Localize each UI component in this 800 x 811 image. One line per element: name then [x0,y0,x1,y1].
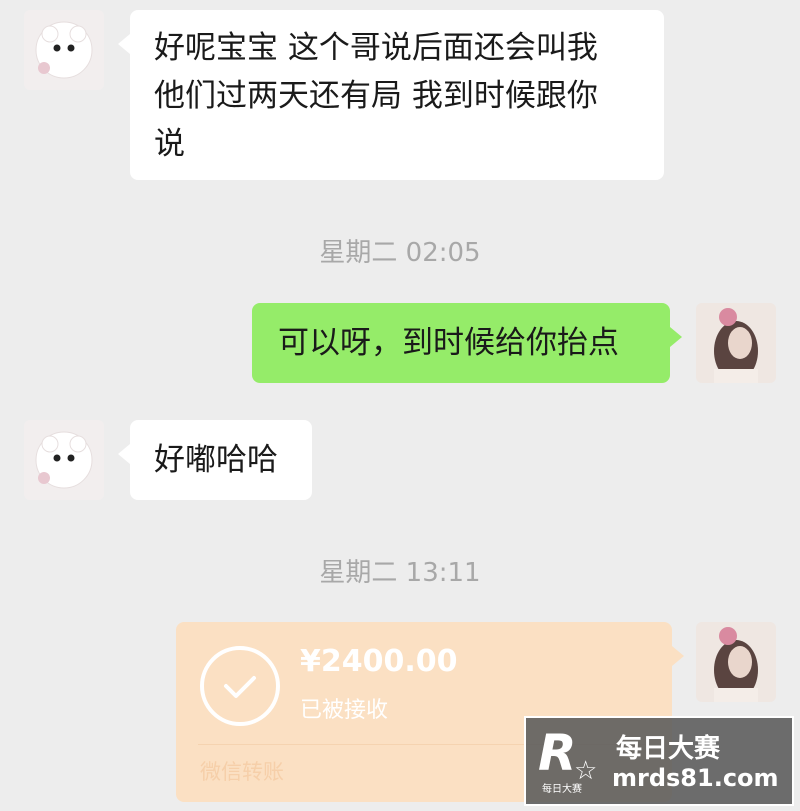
cat-avatar-icon [24,10,104,90]
transfer-status: 已被接收 [300,698,389,723]
watermark-url: mrds81.com [612,764,779,792]
timestamp: 星期二 02:05 [319,238,481,268]
message-bubble-incoming[interactable]: 好呢宝宝 这个哥说后面还会叫我 他们过两天还有局 我到时候跟你 说 [118,10,664,180]
watermark: R 每日大赛 ☆ 每日大赛 mrds81.com [524,716,794,806]
message-text-line: 好呢宝宝 这个哥说后面还会叫我 [154,30,598,66]
contact-avatar[interactable] [24,420,104,500]
user-avatar[interactable] [696,303,776,383]
message-text-line: 说 [154,126,185,162]
star-icon: ☆ [574,756,598,786]
message-text: 可以呀，到时候给你抬点 [278,325,619,361]
watermark-site-name: 每日大赛 [616,734,721,764]
cat-avatar-icon [24,420,104,500]
watermark-logo-letter: R [538,724,577,782]
message-text-line: 他们过两天还有局 我到时候跟你 [154,78,598,114]
check-circle-icon [200,646,280,726]
girl-avatar-icon [696,622,776,702]
transfer-label: 微信转账 [200,760,284,784]
girl-avatar-icon [696,303,776,383]
message-text: 好嘟哈哈 [154,442,278,478]
timestamp: 星期二 13:11 [319,558,481,588]
transfer-amount: ¥2400.00 [300,644,458,679]
message-bubble-outgoing[interactable]: 可以呀，到时候给你抬点 [252,303,682,383]
user-avatar[interactable] [696,622,776,702]
message-bubble-incoming[interactable]: 好嘟哈哈 [118,420,312,500]
contact-avatar[interactable] [24,10,104,90]
